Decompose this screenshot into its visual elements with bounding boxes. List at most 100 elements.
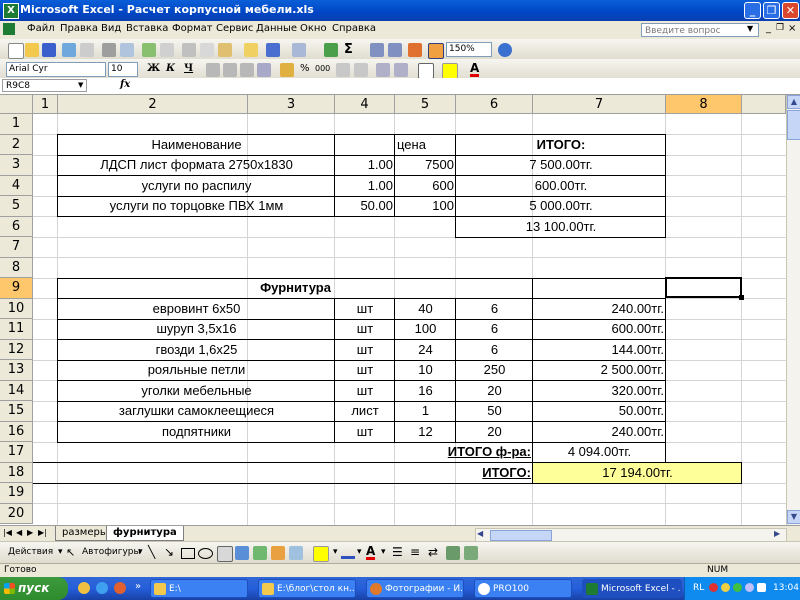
increase-decimal-icon[interactable] xyxy=(336,63,350,77)
taskbar-button[interactable]: PRO100 xyxy=(474,579,572,598)
column-header[interactable]: 7 xyxy=(533,95,666,114)
row-header[interactable]: 6 xyxy=(0,216,33,237)
scroll-left-icon[interactable]: ◀ xyxy=(477,529,483,538)
align-right-icon[interactable] xyxy=(240,63,254,77)
menu-data[interactable]: Данные xyxy=(256,23,297,34)
redo-icon[interactable] xyxy=(292,43,306,57)
column-header-empty[interactable] xyxy=(742,95,786,114)
row-header[interactable]: 17 xyxy=(0,442,33,463)
permission-icon[interactable] xyxy=(62,43,76,57)
autoshapes-menu[interactable]: Автофигуры xyxy=(82,547,141,557)
menu-insert[interactable]: Вставка xyxy=(126,23,168,34)
volume-icon[interactable] xyxy=(757,583,766,592)
table1-item-total[interactable]: 600.00тг. xyxy=(456,176,666,197)
row-header[interactable]: 16 xyxy=(0,421,33,442)
doc-minimize-button[interactable]: _ xyxy=(766,23,771,34)
column-header[interactable]: 2 xyxy=(58,95,248,114)
chevron-down-icon[interactable]: ▼ xyxy=(747,24,753,33)
help-icon[interactable] xyxy=(498,43,512,57)
row-header-active[interactable]: 9 xyxy=(0,278,33,299)
tray-icon[interactable] xyxy=(745,583,754,592)
increase-indent-icon[interactable] xyxy=(394,63,408,77)
excel-app-icon[interactable]: X xyxy=(3,3,19,19)
percent-button[interactable]: % xyxy=(300,63,310,74)
open-icon[interactable] xyxy=(25,43,39,57)
merge-center-icon[interactable] xyxy=(257,63,271,77)
table2-item-total[interactable]: 240.00тг. xyxy=(533,422,666,443)
table1-item-qty[interactable]: 50.00 xyxy=(335,196,395,217)
cut-icon[interactable] xyxy=(182,43,196,57)
row-header[interactable]: 12 xyxy=(0,339,33,360)
table1-header-name[interactable]: Наименование xyxy=(58,135,335,156)
table2-item-price[interactable]: 6 xyxy=(456,319,533,340)
copy-icon[interactable] xyxy=(200,43,214,57)
decrease-indent-icon[interactable] xyxy=(376,63,390,77)
table2-item-price[interactable]: 20 xyxy=(456,422,533,443)
row-header[interactable]: 10 xyxy=(0,298,33,319)
document-icon[interactable] xyxy=(3,23,15,35)
row-header[interactable]: 15 xyxy=(0,401,33,422)
textbox-icon[interactable] xyxy=(217,546,233,562)
wordart-icon[interactable] xyxy=(235,546,249,560)
quicklaunch-icon[interactable] xyxy=(114,582,126,594)
close-button[interactable]: ✕ xyxy=(782,2,799,19)
sort-descending-icon[interactable] xyxy=(388,43,402,57)
scroll-down-icon[interactable]: ▼ xyxy=(787,510,800,524)
shadow-icon[interactable] xyxy=(446,546,460,560)
table2-item-name[interactable]: рояльные петли xyxy=(58,360,335,381)
table2-item-name[interactable]: евровинт 6х50 xyxy=(58,299,335,320)
chart-wizard-icon[interactable] xyxy=(408,43,422,57)
minimize-button[interactable]: _ xyxy=(744,2,761,19)
formula-input[interactable] xyxy=(135,79,785,92)
row-header[interactable]: 1 xyxy=(0,114,33,135)
format-painter-icon[interactable] xyxy=(244,43,258,57)
align-center-icon[interactable] xyxy=(223,63,237,77)
row-header[interactable]: 14 xyxy=(0,380,33,401)
table2-item-qty[interactable]: 1 xyxy=(395,401,456,422)
hyperlink-icon[interactable] xyxy=(324,43,338,57)
table1-sum[interactable]: 13 100.00тг. xyxy=(456,217,666,238)
3d-icon[interactable] xyxy=(464,546,478,560)
table1-header-price[interactable]: цена xyxy=(397,135,455,156)
table2-item-qty[interactable]: 24 xyxy=(395,340,456,361)
taskbar-button[interactable]: E:\ xyxy=(150,579,248,598)
column-header[interactable]: 3 xyxy=(248,95,335,114)
table2-item-qty[interactable]: 40 xyxy=(395,299,456,320)
doc-close-button[interactable]: × xyxy=(788,23,796,34)
table1-item-name[interactable]: услуги по распилу xyxy=(58,176,335,197)
start-button[interactable]: пуск xyxy=(0,577,68,600)
chevron-down-icon[interactable]: ▾ xyxy=(381,547,386,557)
horizontal-scrollbar[interactable]: ◀ ▶ xyxy=(475,528,787,542)
undo-icon[interactable] xyxy=(266,43,280,57)
row-header[interactable]: 8 xyxy=(0,257,33,278)
prev-sheet-icon[interactable]: ◀ xyxy=(16,528,22,537)
row-header[interactable]: 18 xyxy=(0,462,33,483)
show-more-icon[interactable]: » xyxy=(135,581,141,592)
row-header[interactable]: 4 xyxy=(0,175,33,196)
table2-item-unit[interactable]: шт xyxy=(335,319,395,340)
row-header[interactable]: 11 xyxy=(0,319,33,340)
email-icon[interactable] xyxy=(80,43,94,57)
line-style-icon[interactable]: ☰ xyxy=(392,545,403,559)
first-sheet-icon[interactable]: |◀ xyxy=(3,528,12,537)
line-color-icon[interactable] xyxy=(341,546,355,559)
align-left-icon[interactable] xyxy=(206,63,220,77)
row-header[interactable]: 19 xyxy=(0,483,33,504)
table2-item-qty[interactable]: 100 xyxy=(395,319,456,340)
table1-item-total[interactable]: 7 500.00тг. xyxy=(456,155,666,176)
table2-item-total[interactable]: 50.00тг. xyxy=(533,401,666,422)
table2-item-qty[interactable]: 16 xyxy=(395,381,456,402)
tray-icon[interactable] xyxy=(733,583,742,592)
column-header-active[interactable]: 8 xyxy=(666,95,742,114)
chevron-down-icon[interactable]: ▼ xyxy=(78,81,83,89)
table2-item-price[interactable]: 6 xyxy=(456,299,533,320)
zoom-select[interactable]: 150% xyxy=(446,42,492,57)
print-preview-icon[interactable] xyxy=(120,43,134,57)
sort-ascending-icon[interactable] xyxy=(370,43,384,57)
table2-item-unit[interactable]: шт xyxy=(335,299,395,320)
table1-item-qty[interactable]: 1.00 xyxy=(335,176,395,197)
tray-icon[interactable] xyxy=(721,583,730,592)
active-cell[interactable] xyxy=(665,277,742,298)
doc-restore-button[interactable]: ❐ xyxy=(776,23,784,33)
chevron-down-icon[interactable]: ▾ xyxy=(138,547,143,557)
